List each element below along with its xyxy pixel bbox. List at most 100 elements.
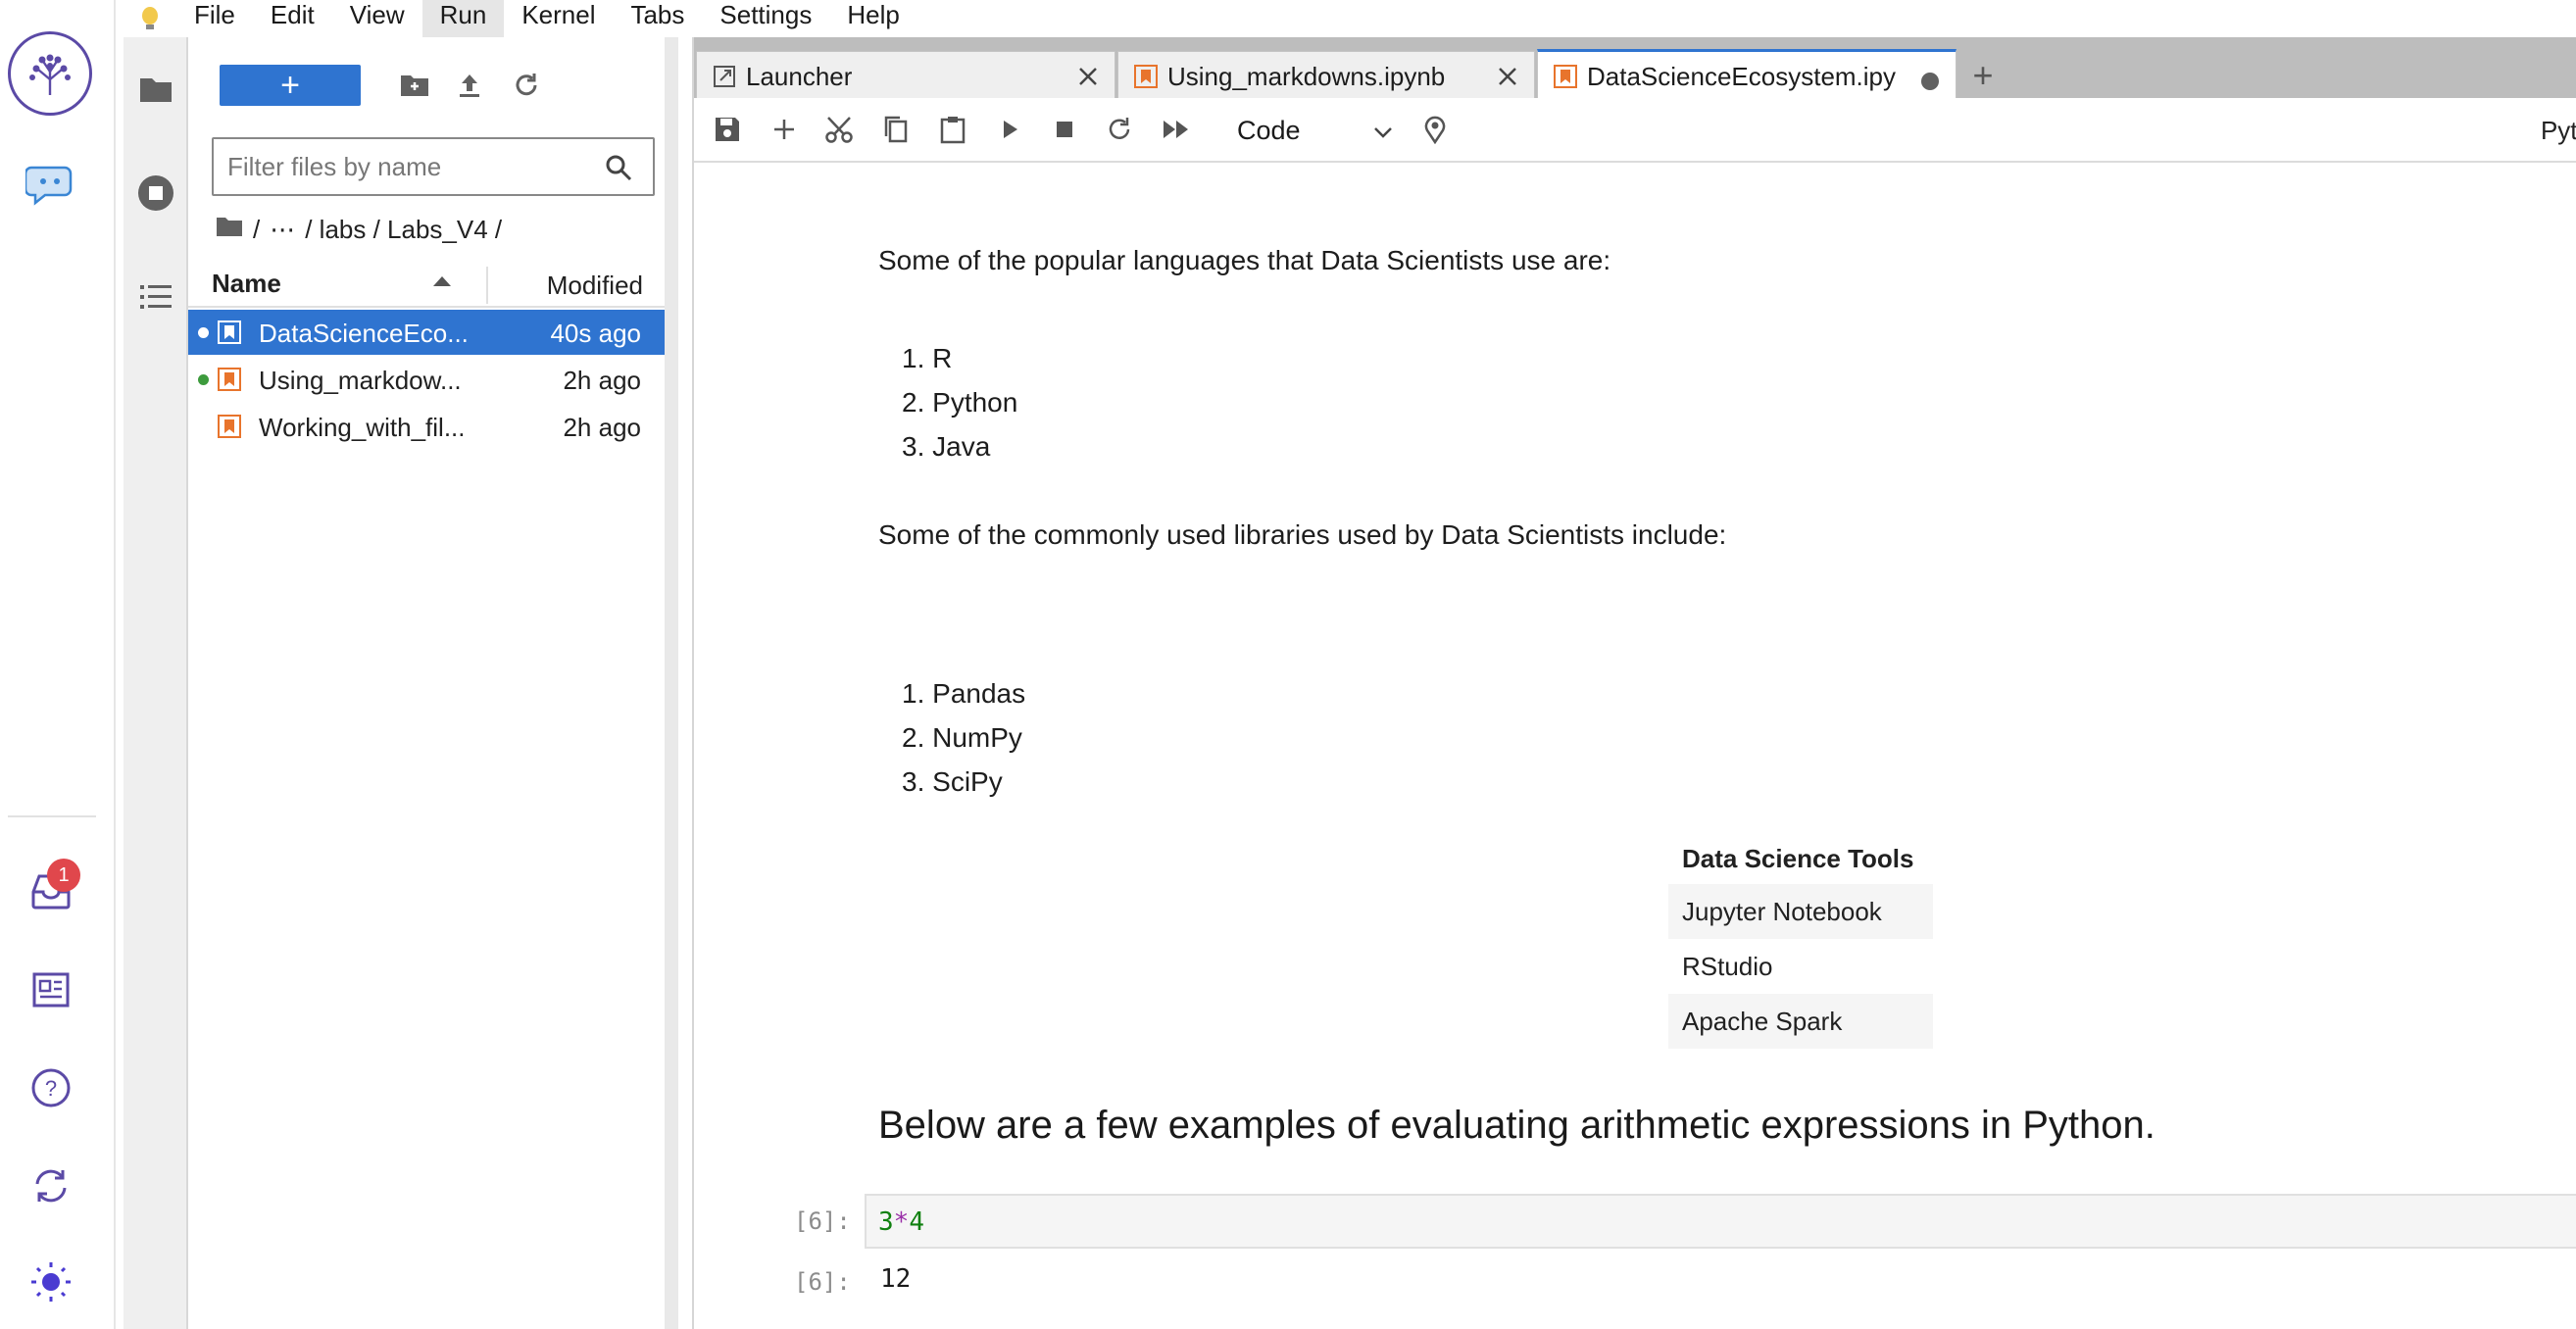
running-indicator <box>198 326 209 338</box>
data-science-tools-table: Data Science Tools Jupyter Notebook RStu… <box>1668 833 1933 1049</box>
refresh-icon[interactable] <box>504 63 549 108</box>
run-icon[interactable] <box>988 108 1031 151</box>
tab-bar: Launcher Using_markdowns.ipynb DataScien… <box>694 37 2576 98</box>
main-area: Launcher Using_markdowns.ipynb DataScien… <box>692 37 2576 1329</box>
file-row[interactable]: Using_markdow... 2h ago <box>188 357 665 402</box>
table-header: Data Science Tools <box>1682 843 1914 873</box>
menu-help[interactable]: Help <box>829 0 916 37</box>
sort-ascending-icon[interactable] <box>433 276 451 286</box>
file-browser-panel: + / ⋯ / labs / Labs_V4 / Name Modified D… <box>188 37 678 1329</box>
close-icon[interactable] <box>1077 64 1099 94</box>
copy-icon[interactable] <box>874 108 917 151</box>
file-name: Working_with_fil... <box>259 413 466 442</box>
file-modified: 2h ago <box>563 413 641 442</box>
notebook-icon <box>1134 65 1158 95</box>
running-indicator <box>198 373 209 385</box>
rail-divider <box>8 815 96 817</box>
menu-kernel[interactable]: Kernel <box>504 0 613 37</box>
unsaved-dot-icon[interactable] <box>1920 68 1940 98</box>
sync-icon[interactable] <box>22 1157 80 1215</box>
fast-forward-icon[interactable] <box>1155 108 1198 151</box>
input-prompt: [6]: <box>794 1207 851 1235</box>
list-item: 2. Python <box>902 387 1018 418</box>
file-modified: 2h ago <box>563 366 641 395</box>
tab-label: DataScienceEcosystem.ipy <box>1587 62 1897 91</box>
upload-icon[interactable] <box>447 63 492 108</box>
column-separator[interactable] <box>486 267 488 304</box>
file-name: DataScienceEco... <box>259 319 469 348</box>
svg-text:?: ? <box>45 1076 57 1101</box>
cell-type-select[interactable]: Code <box>1223 110 1400 151</box>
menu-run[interactable]: Run <box>421 0 505 37</box>
breadcrumb-ellipsis[interactable]: ⋯ <box>270 215 295 245</box>
help-icon[interactable]: ? <box>22 1058 80 1117</box>
menu-settings[interactable]: Settings <box>702 0 829 37</box>
running-sessions-stop-icon[interactable] <box>131 169 180 218</box>
paste-icon[interactable] <box>931 108 974 151</box>
tab-launcher[interactable]: Launcher <box>696 51 1115 98</box>
chevron-down-icon <box>1372 120 1394 150</box>
chat-assistant-icon[interactable] <box>22 155 80 214</box>
column-modified-header[interactable]: Modified <box>547 271 643 301</box>
file-row[interactable]: Working_with_fil... 2h ago <box>188 404 665 449</box>
notebook-icon <box>1554 65 1577 95</box>
close-icon[interactable] <box>1497 64 1518 94</box>
location-pin-icon[interactable] <box>1413 108 1457 151</box>
tab-label: Using_markdowns.ipynb <box>1167 62 1446 91</box>
table-of-contents-icon[interactable] <box>131 272 180 321</box>
filter-files-field[interactable] <box>212 137 655 196</box>
jupyter-logo-icon <box>124 0 176 37</box>
cut-icon[interactable] <box>817 108 861 151</box>
menu-bar: File Edit View Run Kernel Tabs Settings … <box>124 0 2576 37</box>
code-number: 4 <box>909 1207 924 1237</box>
table-cell: RStudio <box>1682 951 1773 981</box>
code-operator: * <box>893 1207 910 1237</box>
list-item: 3. SciPy <box>902 766 1003 797</box>
file-row[interactable]: DataScienceEco... 40s ago <box>188 310 665 355</box>
add-tab-button[interactable]: + <box>1962 55 2004 96</box>
menu-tabs[interactable]: Tabs <box>613 0 702 37</box>
launcher-icon <box>713 65 736 95</box>
insert-cell-icon[interactable] <box>763 108 806 151</box>
tab-label: Launcher <box>746 62 853 91</box>
notebook-icon <box>218 368 241 391</box>
breadcrumb-home-folder-icon[interactable] <box>216 215 243 245</box>
column-name-header[interactable]: Name <box>212 269 281 299</box>
menu-edit[interactable]: Edit <box>253 0 332 37</box>
new-folder-icon[interactable] <box>392 63 437 108</box>
list-item: 3. Java <box>902 431 991 462</box>
save-icon[interactable] <box>706 108 749 151</box>
kernel-name[interactable]: Pyth <box>2541 116 2576 146</box>
table-row: Jupyter Notebook <box>1668 884 1933 939</box>
libraries-intro-text: Some of the commonly used libraries used… <box>878 519 1727 550</box>
cell-type-value: Code <box>1237 115 1301 145</box>
lab-sidebar <box>124 37 188 1329</box>
breadcrumb-path[interactable]: / labs / Labs_V4 / <box>305 215 502 245</box>
filter-files-input[interactable] <box>227 151 580 182</box>
new-launcher-button[interactable]: + <box>220 65 361 106</box>
code-cell-editor[interactable]: 3*4 <box>865 1194 2576 1249</box>
tab-using-markdowns[interactable]: Using_markdowns.ipynb <box>1117 51 1535 98</box>
breadcrumb-root[interactable]: / <box>253 215 260 245</box>
notebook-toolbar: Code Pyth <box>694 98 2576 163</box>
notebook-content: Some of the popular languages that Data … <box>694 163 2576 1329</box>
file-browser-toolbar: + <box>188 59 665 108</box>
restart-icon[interactable] <box>1098 108 1141 151</box>
tab-datascience-ecosystem[interactable]: DataScienceEcosystem.ipy <box>1537 49 1957 98</box>
brand-tree-logo-icon[interactable] <box>8 31 92 116</box>
theme-sun-icon[interactable] <box>22 1253 80 1311</box>
languages-intro-text: Some of the popular languages that Data … <box>878 245 1611 275</box>
file-browser-folder-icon[interactable] <box>131 65 180 114</box>
inbox-badge: 1 <box>47 859 80 892</box>
menu-file[interactable]: File <box>176 0 253 37</box>
code-number: 3 <box>878 1207 894 1237</box>
breadcrumb: / ⋯ / labs / Labs_V4 / <box>216 210 502 249</box>
table-row: Apache Spark <box>1668 994 1933 1049</box>
outer-rail: 1 ? <box>0 0 116 1329</box>
stop-icon[interactable] <box>1043 108 1086 151</box>
menu-view[interactable]: View <box>332 0 422 37</box>
list-item: 2. NumPy <box>902 722 1022 753</box>
news-icon[interactable] <box>22 960 80 1019</box>
table-cell: Apache Spark <box>1668 994 1933 1049</box>
arithmetic-heading: Below are a few examples of evaluating a… <box>878 1104 2155 1147</box>
